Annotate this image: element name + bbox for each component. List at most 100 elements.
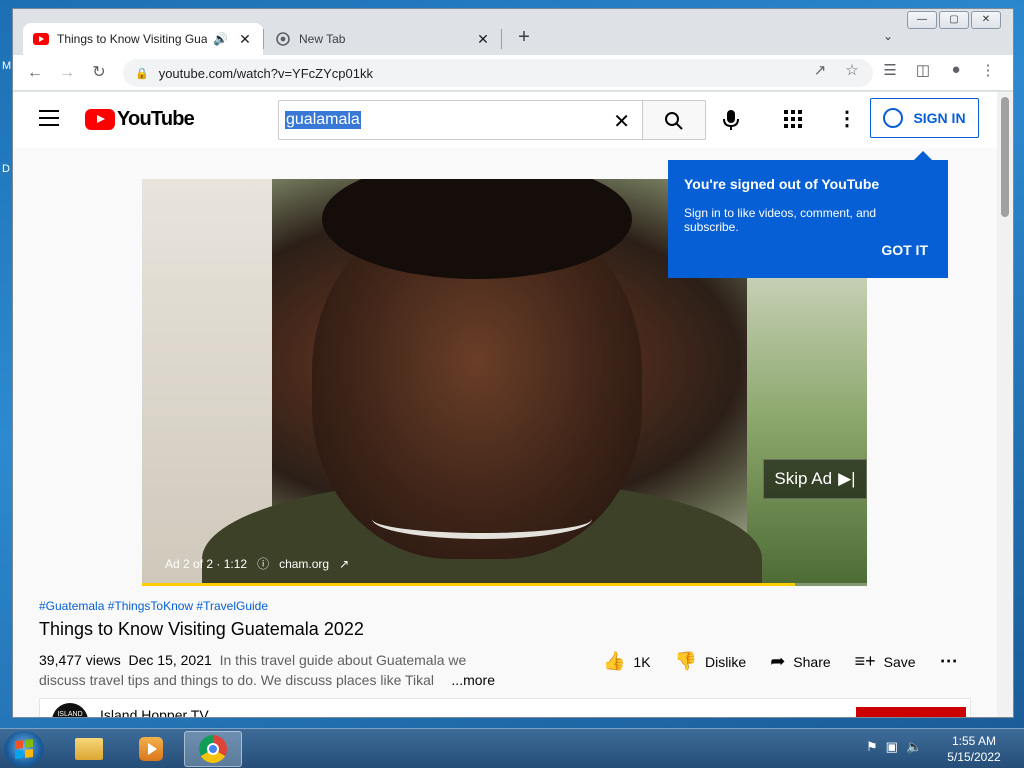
lock-icon[interactable]: 🔒 [135,67,149,80]
taskbar-explorer[interactable] [60,731,118,767]
skip-next-icon: ▶| [838,469,856,488]
youtube-logo[interactable]: YouTube [85,108,195,131]
page-scrollbar[interactable] [997,92,1013,717]
user-circle-icon [883,108,904,128]
media-queue-icon[interactable]: ☰ [878,61,902,79]
volume-icon[interactable]: 🔈 [906,739,922,755]
info-icon[interactable]: ⓘ [257,555,269,572]
share-icon[interactable]: ↗ [808,61,832,79]
new-tab-icon[interactable]: + [513,27,535,49]
maximize-icon[interactable]: ▢ [939,11,969,29]
search-query: gualamala [285,111,361,129]
system-tray: ⚑ ▣ 🔈 [866,739,922,755]
like-count: 1K [633,653,651,670]
start-button[interactable] [4,731,44,767]
windows-logo-icon [15,739,33,759]
channel-avatar[interactable]: ISLAND HOPPER [52,703,88,717]
tab-youtube[interactable]: Things to Know Visiting Guatemala 2022 -… [23,23,263,55]
channel-card: ISLAND HOPPER Island Hopper TV SUBSCRIBE [39,698,971,717]
network-icon[interactable]: ▣ [886,739,898,755]
minimize-icon[interactable]: — [907,11,937,29]
search-icon [665,112,683,130]
tooltip-body: Sign in to like videos, comment, and sub… [684,206,877,234]
share-button[interactable]: ➦ Share [770,651,830,672]
desktop-icon-label[interactable]: D [2,163,10,175]
chrome-icon [199,735,227,763]
profile-avatar-icon[interactable]: ● [944,61,968,78]
reload-icon[interactable]: ↻ [87,61,111,85]
ad-progress-fill [142,583,795,586]
action-center-flag-icon[interactable]: ⚑ [866,739,878,755]
logo-wordmark: YouTube [117,108,195,130]
ad-progress-bar[interactable] [142,583,867,586]
more-actions-icon[interactable]: ⋯ [940,651,958,672]
address-bar[interactable]: 🔒 youtube.com/watch?v=YFcZYcp01kk [123,59,873,87]
save-label: Save [883,653,916,670]
thumbs-up-icon: 👍 [603,651,626,671]
desktop-icon-label[interactable]: M [2,60,11,72]
settings-more-icon[interactable]: ⋮ [837,106,857,131]
back-arrow-icon[interactable]: ← [23,61,47,85]
system-clock[interactable]: 1:55 AM 5/15/2022 [944,733,1004,765]
tab-close-icon[interactable]: ✕ [475,31,491,47]
subscribe-button[interactable]: SUBSCRIBE [856,707,966,717]
media-player-icon [139,737,163,761]
thumbs-down-icon: 👎 [674,651,697,671]
folder-icon [75,738,103,760]
youtube-header: YouTube gualamala ✕ ⋮ SIGN IN [13,92,997,148]
microphone-icon[interactable] [723,109,739,136]
ad-info: Ad 2 of 2 · 1:12 ⓘ cham.org ↗ [165,555,349,572]
tab-strip: Things to Know Visiting Guatemala 2022 -… [13,9,1013,55]
dislike-button[interactable]: 👎 Dislike [675,651,747,672]
tooltip-title: You're signed out of YouTube [684,176,880,192]
like-button[interactable]: 👍 1K [603,651,651,672]
show-more-link[interactable]: ...more [445,670,495,690]
tab-divider [263,29,264,49]
tab-title: Things to Know Visiting Guatemala 2022 -… [57,32,207,46]
hamburger-menu-icon[interactable] [39,110,59,126]
tab-new-tab[interactable]: New Tab ✕ [265,23,501,55]
youtube-favicon-icon [33,31,49,47]
taskbar: ⚑ ▣ 🔈 1:55 AM 5/15/2022 [0,728,1024,768]
save-button[interactable]: ≡+ Save [855,651,916,672]
taskbar-chrome[interactable] [184,731,242,767]
chrome-favicon-icon [275,31,291,47]
skip-ad-label: Skip Ad [774,469,833,488]
search-button[interactable] [642,100,706,140]
browser-menu-icon[interactable]: ⋮ [976,61,1000,79]
clear-search-icon[interactable]: ✕ [613,109,630,134]
video-description[interactable]: 39,477 views Dec 15, 2021 In this travel… [39,650,509,690]
speaker-icon[interactable]: 🔊 [213,32,229,46]
sign-in-button[interactable]: SIGN IN [870,98,979,138]
playlist-add-icon: ≡+ [854,651,876,671]
sign-in-label: SIGN IN [913,110,966,126]
forward-arrow-icon[interactable]: → [55,61,79,85]
video-actions: 👍 1K 👎 Dislike ➦ Share ≡+ Save ⋯ [603,651,982,672]
dislike-label: Dislike [704,653,747,670]
tab-title: New Tab [299,32,346,46]
ad-domain-link[interactable]: cham.org [279,557,329,571]
signed-out-tooltip: You're signed out of YouTube Sign in to … [668,151,948,278]
share-label: Share [793,653,831,670]
youtube-play-icon [85,109,115,130]
chevron-down-icon[interactable]: ⌄ [883,29,893,43]
close-icon[interactable]: ✕ [971,11,1001,29]
got-it-button[interactable]: GOT IT [881,242,928,258]
scrollbar-thumb[interactable] [1001,97,1009,217]
bookmark-star-icon[interactable]: ☆ [840,61,864,79]
clock-time: 1:55 AM [951,734,997,748]
video-hashtags[interactable]: #Guatemala #ThingsToKnow #TravelGuide [39,599,268,613]
side-panel-icon[interactable]: ◫ [911,61,935,79]
taskbar-media-player[interactable] [122,731,180,767]
channel-name[interactable]: Island Hopper TV [100,707,209,717]
skip-ad-button[interactable]: Skip Ad ▶| [763,459,867,499]
upload-date: Dec 15, 2021 [128,652,212,668]
tab-divider [501,29,502,49]
browser-toolbar: ← → ↻ 🔒 youtube.com/watch?v=YFcZYcp01kk … [13,55,1013,91]
search-input[interactable]: gualamala ✕ [278,100,643,140]
share-arrow-icon: ➦ [770,651,786,671]
ad-counter: Ad 2 of 2 · 1:12 [165,556,248,571]
tab-close-icon[interactable]: ✕ [237,31,253,47]
apps-grid-icon[interactable] [784,110,802,128]
clock-date: 5/15/2022 [947,750,1001,764]
